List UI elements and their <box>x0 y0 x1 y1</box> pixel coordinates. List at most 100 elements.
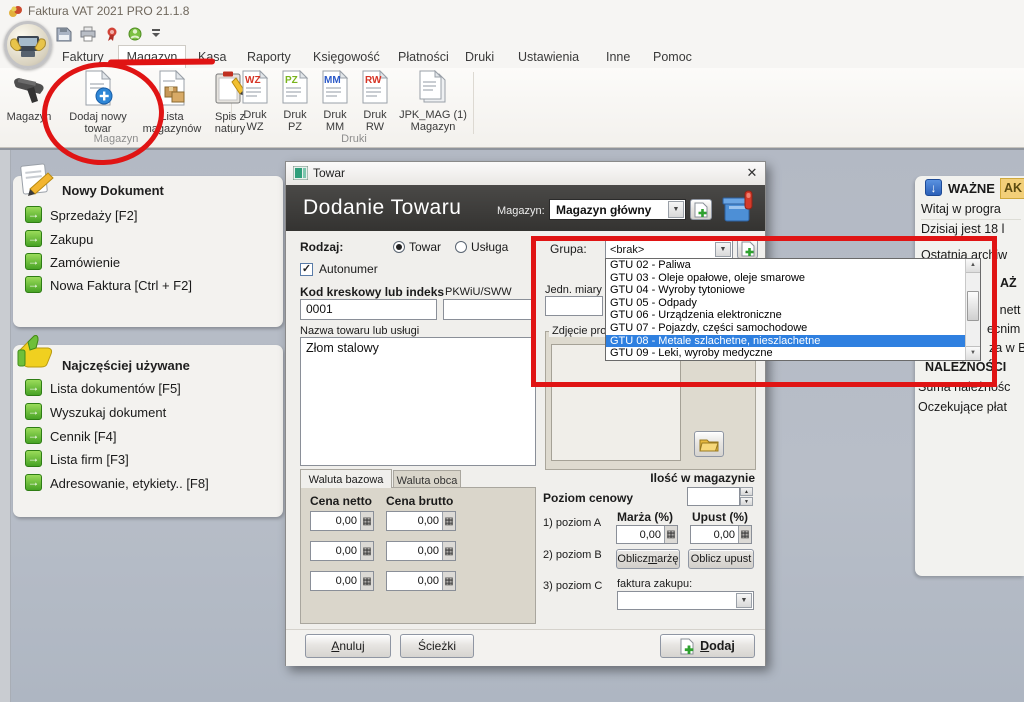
kod-kreskowy-input[interactable]: 0001 <box>300 299 437 320</box>
tab-waluta-obca[interactable]: Waluta obca <box>393 470 461 488</box>
sidebar-item-cennik[interactable]: Cennik [F4] <box>50 429 116 444</box>
ribbon-group-separator <box>473 72 474 134</box>
print-button[interactable] <box>80 26 96 47</box>
radio-usluga[interactable] <box>455 241 467 253</box>
anuluj-button[interactable]: Anuluj <box>305 634 391 658</box>
product-photo-placeholder[interactable] <box>551 344 681 461</box>
tab-waluta-bazowa[interactable]: Waluta bazowa <box>300 469 392 488</box>
cena-brutto-input-1[interactable]: 0,00▦ <box>386 511 456 531</box>
group-list-item[interactable]: GTU 04 - Wyroby tytoniowe <box>606 284 965 297</box>
ribbon-dodaj-nowy-towar-button[interactable]: Dodaj nowy towar <box>58 70 138 136</box>
jedn-miary-input[interactable] <box>545 296 603 316</box>
oblicz-marze-button[interactable]: Oblicz marżę <box>616 549 680 569</box>
tab-ksiegowosc[interactable]: Księgowość <box>313 50 380 64</box>
tab-ustawienia[interactable]: Ustawienia <box>518 50 579 64</box>
sidebar-item-nowa-faktura[interactable]: Nowa Faktura [Ctrl + F2] <box>50 278 192 293</box>
group-list-item[interactable]: GTU 09 - Leki, wyroby medyczne <box>606 347 965 360</box>
app-logo-button[interactable] <box>4 21 52 69</box>
ribbon-jpk-mag-button[interactable]: JPK_MAG (1) Magazyn <box>396 70 470 136</box>
dodaj-button[interactable]: Dodaj <box>660 634 755 658</box>
tab-kasa[interactable]: Kasa <box>198 50 227 64</box>
license-badge-button[interactable] <box>104 26 120 47</box>
save-button[interactable] <box>56 26 72 47</box>
ribbon-lista-magazynow-button[interactable]: Lista magazynów <box>140 70 204 136</box>
ribbon-druk-mm-button[interactable]: MM Druk MM <box>316 70 354 136</box>
tab-magazyn[interactable]: Magazyn <box>118 45 186 68</box>
group-list-item[interactable]: GTU 07 - Pojazdy, części samochodowe <box>606 322 965 335</box>
ribbon-druk-rw-button[interactable]: RW Druk RW <box>356 70 394 136</box>
tab-platnosci[interactable]: Płatności <box>398 50 449 64</box>
tab-pomoc[interactable]: Pomoc <box>653 50 692 64</box>
calculator-icon[interactable]: ▦ <box>360 572 373 590</box>
browse-photo-button[interactable] <box>694 431 724 457</box>
scroll-up-icon[interactable]: ▲ <box>966 259 980 273</box>
red-seal-icon <box>104 26 120 42</box>
sidebar-item-zamowienie[interactable]: Zamówienie <box>50 255 120 270</box>
nazwa-textarea[interactable]: Złom stalowy <box>300 337 536 466</box>
tab-faktury[interactable]: Faktury <box>62 50 104 64</box>
grupa-combobox[interactable]: <brak> ▼ <box>605 240 733 259</box>
add-magazyn-button[interactable] <box>690 199 712 220</box>
calculator-icon[interactable]: ▦ <box>360 542 373 560</box>
dropdown-scrollbar[interactable]: ▲ ▼ <box>965 259 980 360</box>
assistant-button[interactable] <box>127 26 143 47</box>
faktura-zakupu-combobox[interactable]: ▼ <box>617 591 754 610</box>
ribbon-magazyn-button[interactable]: Magazyn <box>2 70 56 136</box>
autonumer-checkbox[interactable]: ✓ <box>300 263 313 276</box>
cena-netto-input-2[interactable]: 0,00▦ <box>310 541 374 561</box>
scroll-down-icon[interactable]: ▼ <box>966 346 980 360</box>
sidebar-item-sprzedazy[interactable]: Sprzedaży [F2] <box>50 208 137 223</box>
calculator-icon[interactable]: ▦ <box>442 512 455 530</box>
magazyn-combobox[interactable]: Magazyn główny ▼ <box>549 199 686 220</box>
dialog-close-button[interactable]: ✕ <box>742 163 762 183</box>
sidebar-item-adresowanie[interactable]: Adresowanie, etykiety.. [F8] <box>50 476 209 491</box>
tab-wazne[interactable]: WAŻNE <box>948 181 995 196</box>
arrow-icon: → <box>25 474 42 491</box>
chevron-down-icon[interactable]: ▼ <box>668 201 684 218</box>
poziom-a-label: 1) poziom A <box>543 517 601 529</box>
customize-toolbar-button[interactable] <box>152 29 162 37</box>
group-list-item-selected[interactable]: GTU 08 - Metale szlachetne, nieszlachetn… <box>606 335 965 348</box>
ilosc-spin-down[interactable]: ▼ <box>740 497 753 506</box>
radio-towar[interactable] <box>393 241 405 253</box>
calculator-icon[interactable]: ▦ <box>738 526 751 543</box>
calculator-icon[interactable]: ▦ <box>442 542 455 560</box>
sidebar-item-lista-dokumentow[interactable]: Lista dokumentów [F5] <box>50 381 181 396</box>
chevron-down-icon[interactable]: ▼ <box>736 593 752 608</box>
document-plus-icon <box>741 241 755 257</box>
sidebar-item-zakupu[interactable]: Zakupu <box>50 232 93 247</box>
calculator-icon[interactable]: ▦ <box>664 526 677 543</box>
upust-input[interactable]: 0,00▦ <box>690 525 752 544</box>
pkwiu-input[interactable] <box>443 299 535 320</box>
sciezki-button[interactable]: Ścieżki <box>400 634 474 658</box>
marza-input[interactable]: 0,00▦ <box>616 525 678 544</box>
group-list-item[interactable]: GTU 06 - Urządzenia elektroniczne <box>606 309 965 322</box>
arrow-icon: → <box>25 427 42 444</box>
cena-netto-input-3[interactable]: 0,00▦ <box>310 571 374 591</box>
chevron-down-icon[interactable]: ▼ <box>715 242 731 257</box>
cena-brutto-input-3[interactable]: 0,00▦ <box>386 571 456 591</box>
dialog-window-title: Towar <box>313 166 345 180</box>
ribbon-druk-wz-button[interactable]: WZ Druk WZ <box>236 70 274 136</box>
add-grupa-button[interactable] <box>737 239 758 259</box>
left-edge-strip <box>0 150 11 702</box>
sidebar-item-wyszukaj-dokument[interactable]: Wyszukaj dokument <box>50 405 166 420</box>
tab-druki[interactable]: Druki <box>465 50 494 64</box>
sidebar-item-lista-firm[interactable]: Lista firm [F3] <box>50 452 129 467</box>
calculator-icon[interactable]: ▦ <box>360 512 373 530</box>
calculator-icon[interactable]: ▦ <box>442 572 455 590</box>
group-list-item[interactable]: GTU 03 - Oleje opałowe, oleje smarowe <box>606 272 965 285</box>
ribbon-druk-pz-button[interactable]: PZ Druk PZ <box>276 70 314 136</box>
tab-raporty[interactable]: Raporty <box>247 50 291 64</box>
tab-aktualnosci[interactable]: AK <box>1000 178 1024 199</box>
cena-brutto-input-2[interactable]: 0,00▦ <box>386 541 456 561</box>
ilosc-spin-up[interactable]: ▲ <box>740 487 753 496</box>
scrollbar-thumb[interactable] <box>967 291 979 321</box>
oblicz-upust-button[interactable]: Oblicz upust <box>688 549 754 569</box>
tab-inne[interactable]: Inne <box>606 50 630 64</box>
ilosc-input[interactable] <box>687 487 740 506</box>
fragment-az: AŻ <box>1000 276 1017 290</box>
cena-netto-input-1[interactable]: 0,00▦ <box>310 511 374 531</box>
group-list-item[interactable]: GTU 05 - Odpady <box>606 297 965 310</box>
group-list-item[interactable]: GTU 02 - Paliwa <box>606 259 965 272</box>
